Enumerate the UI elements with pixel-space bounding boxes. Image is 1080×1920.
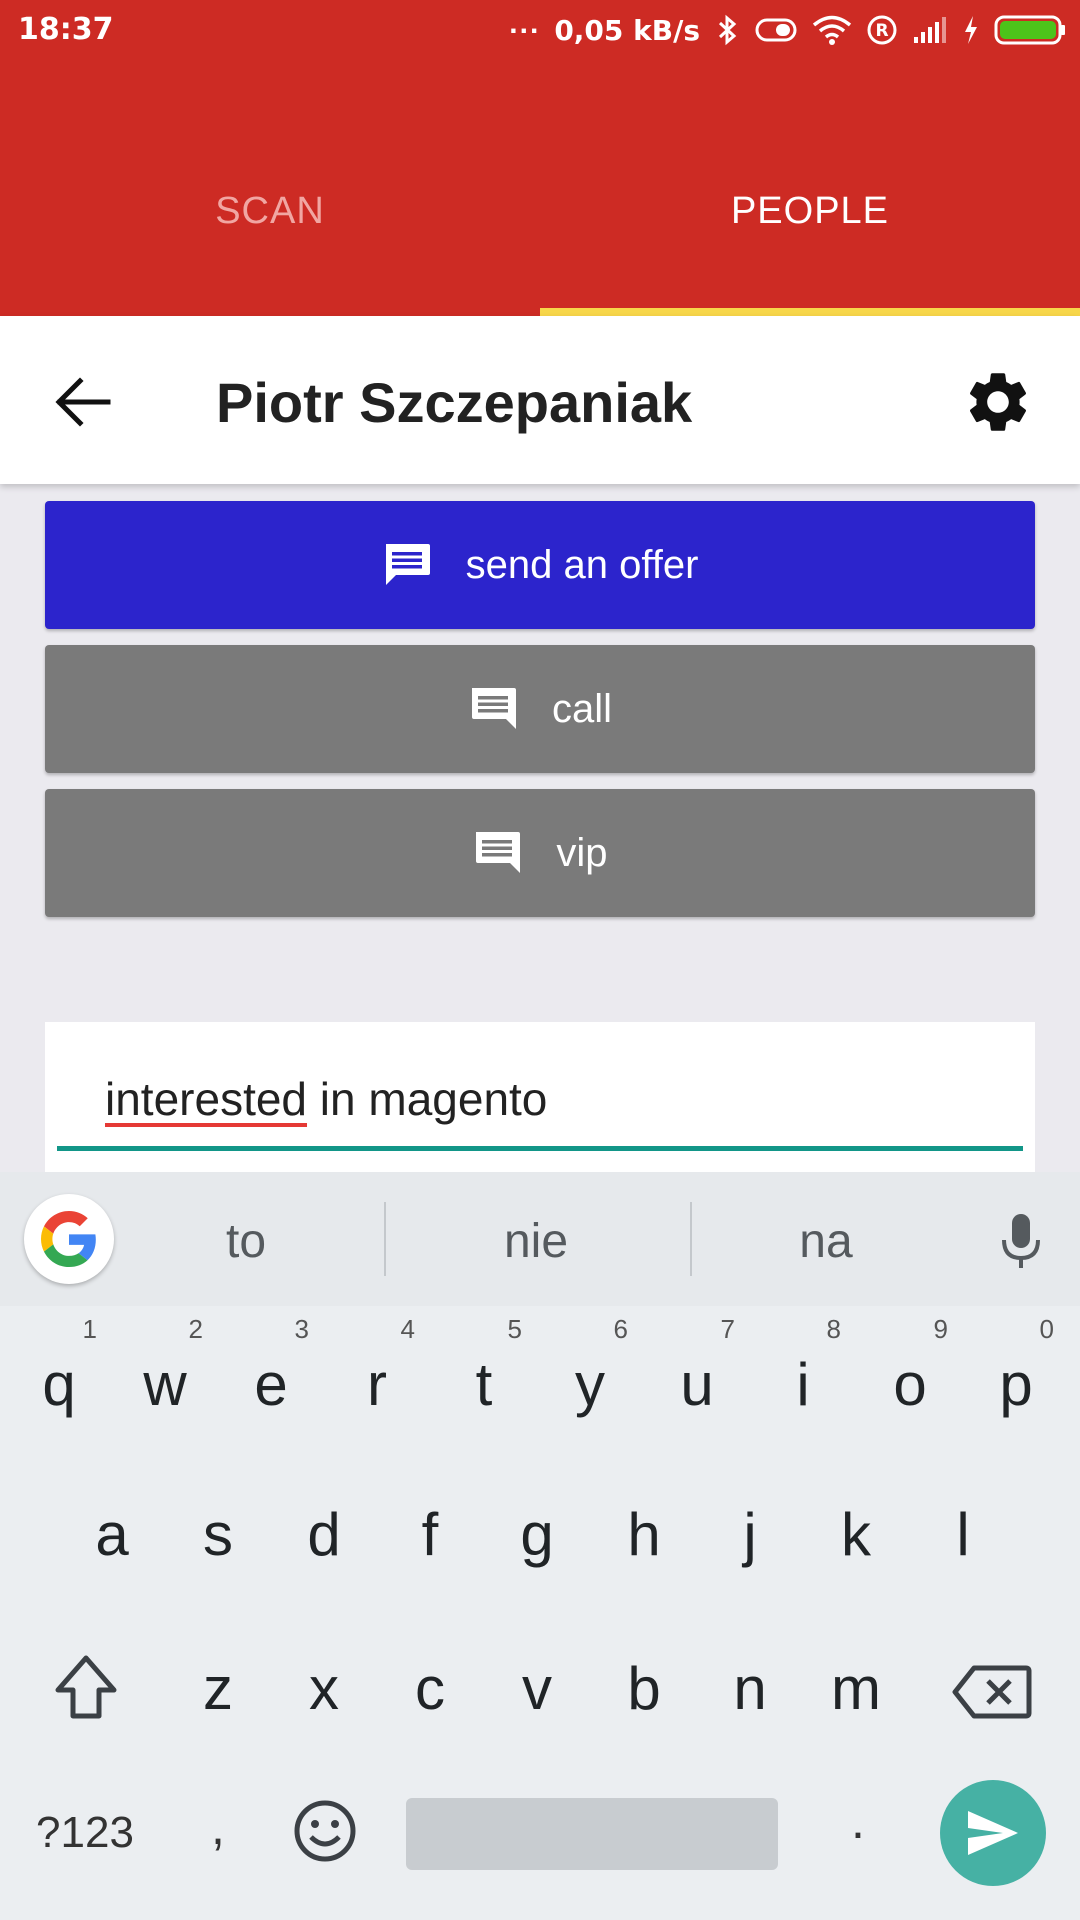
vibrate-icon: [755, 18, 797, 42]
key-u[interactable]: u7: [647, 1314, 747, 1419]
app-bar: 18:37 ... 0,05 kB/s R SCAN PEOPLE: [0, 0, 1080, 316]
tab-people[interactable]: PEOPLE: [540, 190, 1080, 270]
key-o[interactable]: o9: [860, 1314, 960, 1419]
key-z[interactable]: z: [168, 1654, 268, 1723]
call-label: call: [551, 686, 613, 731]
space-bar[interactable]: [406, 1798, 778, 1870]
tab-scan[interactable]: SCAN: [0, 190, 540, 270]
send-key[interactable]: [940, 1780, 1046, 1886]
misspelled-word[interactable]: interested: [105, 1073, 307, 1125]
input-underline: [57, 1146, 1023, 1151]
page-title: Piotr Szczepaniak: [216, 371, 693, 434]
key-hint: 9: [933, 1314, 948, 1344]
message-icon: [385, 544, 430, 585]
tab-indicator: [540, 308, 1080, 316]
key-v[interactable]: v: [487, 1654, 587, 1723]
key-y[interactable]: y6: [540, 1314, 640, 1419]
note-rest: in magento: [307, 1073, 548, 1125]
symbols-key[interactable]: ?123: [30, 1808, 140, 1858]
charging-icon: [965, 16, 977, 44]
bluetooth-icon: [718, 14, 737, 46]
note-field[interactable]: interested in magento: [45, 1022, 1035, 1172]
arrow-back-icon[interactable]: [52, 374, 112, 430]
key-x[interactable]: x: [274, 1654, 374, 1723]
key-hint: 7: [720, 1314, 735, 1344]
key-q[interactable]: q1: [9, 1314, 109, 1419]
notification-dots: ...: [509, 7, 541, 40]
key-hint: 4: [400, 1314, 415, 1344]
message-icon: [476, 832, 521, 873]
key-i[interactable]: i8: [753, 1314, 853, 1419]
vip-button[interactable]: vip: [45, 789, 1035, 917]
suggestion-bar: to nie na: [0, 1172, 1080, 1306]
roaming-icon: R: [867, 15, 897, 45]
period-key[interactable]: .: [808, 1792, 908, 1850]
person-header: Piotr Szczepaniak: [0, 316, 1080, 484]
suggestion-divider: [690, 1202, 692, 1276]
call-button[interactable]: call: [45, 645, 1035, 773]
key-f[interactable]: f: [380, 1500, 480, 1569]
key-a[interactable]: a: [62, 1500, 162, 1569]
key-hint: 3: [294, 1314, 309, 1344]
send-offer-button[interactable]: send an offer: [45, 501, 1035, 629]
note-text[interactable]: interested in magento: [105, 1072, 547, 1126]
key-d[interactable]: d: [274, 1500, 374, 1569]
vip-label: vip: [556, 830, 608, 875]
key-s[interactable]: s: [168, 1500, 268, 1569]
key-h[interactable]: h: [594, 1500, 694, 1569]
key-e[interactable]: e3: [221, 1314, 321, 1419]
key-t[interactable]: t5: [434, 1314, 534, 1419]
key-hint: 1: [82, 1314, 97, 1344]
suggestion-divider: [384, 1202, 386, 1276]
google-button[interactable]: [24, 1194, 114, 1284]
keyboard: to nie na q1 w2 e3 r4 t5 y6 u7 i8 o9 p0 …: [0, 1172, 1080, 1920]
status-icons: ... 0,05 kB/s R: [509, 7, 1066, 50]
key-j[interactable]: j: [700, 1500, 800, 1569]
suggestion-3[interactable]: na: [726, 1214, 926, 1269]
key-m[interactable]: m: [806, 1654, 906, 1723]
comma-key[interactable]: ,: [168, 1798, 268, 1856]
wifi-icon: [812, 15, 852, 45]
network-speed: 0,05 kB/s: [554, 13, 700, 47]
key-l[interactable]: l: [913, 1500, 1013, 1569]
shift-icon[interactable]: [52, 1652, 120, 1722]
key-hint: 6: [613, 1314, 628, 1344]
key-hint: 2: [188, 1314, 203, 1344]
key-hint: 8: [826, 1314, 841, 1344]
gear-icon[interactable]: [962, 366, 1034, 438]
svg-text:R: R: [875, 21, 888, 41]
signal-icon: [914, 17, 946, 43]
mic-icon[interactable]: [996, 1212, 1046, 1272]
key-g[interactable]: g: [487, 1500, 587, 1569]
status-bar: 18:37 ... 0,05 kB/s R: [0, 0, 1080, 60]
message-icon: [471, 688, 516, 729]
suggestion-2[interactable]: nie: [436, 1214, 636, 1269]
key-hint: 5: [507, 1314, 522, 1344]
key-hint: 0: [1039, 1314, 1054, 1344]
status-time: 18:37: [18, 12, 114, 47]
key-r[interactable]: r4: [327, 1314, 427, 1419]
key-p[interactable]: p0: [966, 1314, 1066, 1419]
key-n[interactable]: n: [700, 1654, 800, 1723]
battery-icon: [994, 15, 1065, 45]
google-icon: [41, 1211, 96, 1267]
key-b[interactable]: b: [594, 1654, 694, 1723]
emoji-icon[interactable]: [292, 1798, 358, 1864]
key-w[interactable]: w2: [115, 1314, 215, 1419]
backspace-icon[interactable]: [952, 1664, 1032, 1720]
send-icon: [968, 1811, 1018, 1855]
suggestion-1[interactable]: to: [146, 1214, 346, 1269]
send-offer-label: send an offer: [465, 542, 699, 587]
key-c[interactable]: c: [380, 1654, 480, 1723]
key-k[interactable]: k: [806, 1500, 906, 1569]
